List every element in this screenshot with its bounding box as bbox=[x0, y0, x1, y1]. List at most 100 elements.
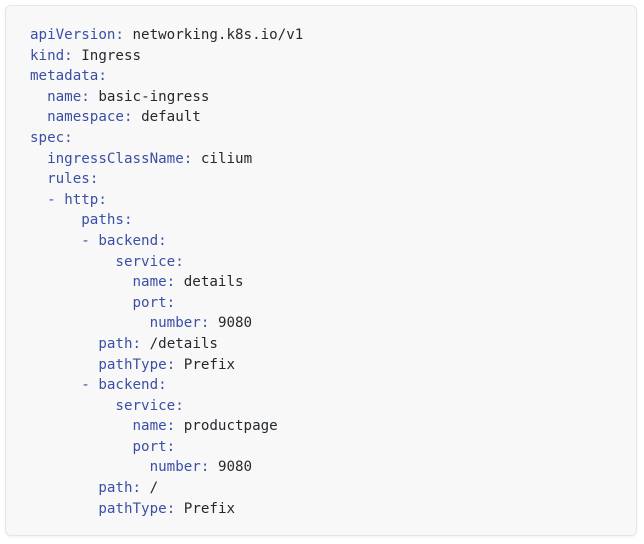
yaml-value: productpage bbox=[183, 418, 278, 435]
yaml-colon: : bbox=[81, 88, 90, 105]
yaml-value: networking.k8s.io/v1 bbox=[132, 27, 304, 43]
yaml-colon: : bbox=[98, 68, 107, 85]
code-line: - backend: bbox=[30, 375, 303, 396]
code-line: name: productpage bbox=[30, 416, 303, 437]
yaml-colon: : bbox=[166, 438, 176, 455]
yaml-value: default bbox=[141, 109, 201, 126]
yaml-value: 9080 bbox=[217, 315, 253, 332]
yaml-key: number bbox=[149, 315, 201, 332]
code-line: kind: Ingress bbox=[30, 46, 303, 67]
yaml-key: port bbox=[132, 294, 167, 311]
code-line: spec: bbox=[30, 128, 303, 149]
yaml-key: rules bbox=[47, 171, 90, 188]
yaml-colon: : bbox=[175, 253, 184, 270]
code-line: rules: bbox=[30, 169, 303, 190]
code-line: name: details bbox=[30, 272, 303, 293]
yaml-value: /details bbox=[149, 335, 218, 352]
yaml-colon: : bbox=[158, 232, 167, 249]
yaml-colon: : bbox=[166, 356, 176, 373]
yaml-colon: : bbox=[175, 397, 184, 414]
yaml-key: backend bbox=[98, 232, 159, 249]
yaml-colon: : bbox=[158, 377, 167, 394]
yaml-key: pathType bbox=[98, 500, 167, 517]
code-line: namespace: default bbox=[30, 107, 303, 128]
code-line: service: bbox=[30, 252, 303, 273]
code-line: apiVersion: networking.k8s.io/v1 bbox=[30, 25, 303, 46]
code-line: port: bbox=[30, 437, 303, 458]
yaml-key: port bbox=[132, 438, 167, 455]
code-line: ingressClassName: cilium bbox=[30, 149, 303, 170]
yaml-colon: : bbox=[166, 500, 176, 517]
list-dash: - bbox=[47, 191, 65, 208]
yaml-key: path bbox=[98, 480, 133, 497]
yaml-colon: : bbox=[200, 459, 210, 476]
yaml-colon: : bbox=[166, 274, 176, 291]
code-line: path: / bbox=[30, 478, 303, 499]
code-line: metadata: bbox=[30, 66, 303, 87]
yaml-key: kind bbox=[30, 47, 65, 64]
yaml-colon: : bbox=[200, 315, 210, 332]
yaml-key: name bbox=[132, 274, 167, 291]
yaml-key: number bbox=[149, 459, 201, 476]
yaml-colon: : bbox=[64, 129, 73, 146]
code-line: - http: bbox=[30, 190, 303, 211]
yaml-value: 9080 bbox=[217, 459, 253, 476]
yaml-colon: : bbox=[183, 150, 193, 167]
yaml-key: name bbox=[47, 88, 82, 105]
list-dash: - bbox=[81, 232, 99, 249]
yaml-colon: : bbox=[115, 27, 124, 43]
yaml-key: service bbox=[115, 253, 176, 270]
yaml-value: / bbox=[149, 480, 159, 497]
yaml-key: name bbox=[132, 418, 167, 435]
list-dash: - bbox=[81, 377, 99, 394]
yaml-key: apiVersion bbox=[30, 27, 116, 43]
yaml-colon: : bbox=[98, 191, 107, 208]
yaml-key: spec bbox=[30, 129, 65, 146]
yaml-key: pathType bbox=[98, 356, 167, 373]
code-line: - backend: bbox=[30, 231, 303, 252]
code-line: service: bbox=[30, 396, 303, 417]
yaml-colon: : bbox=[123, 212, 133, 229]
code-line: paths: bbox=[30, 210, 303, 231]
code-line: port: bbox=[30, 293, 303, 314]
yaml-key: metadata bbox=[30, 68, 99, 85]
yaml-value: basic-ingress bbox=[98, 88, 210, 105]
code-block: apiVersion: networking.k8s.io/v1 kind: In… bbox=[5, 5, 637, 536]
code-line: name: basic-ingress bbox=[30, 87, 303, 108]
yaml-value: Ingress bbox=[81, 47, 142, 64]
code-line: path: /details bbox=[30, 334, 303, 355]
yaml-value: Prefix bbox=[183, 356, 236, 373]
yaml-key: path bbox=[98, 335, 133, 352]
yaml-key: paths bbox=[81, 212, 124, 229]
yaml-code: apiVersion: networking.k8s.io/v1 kind: In… bbox=[30, 25, 303, 519]
yaml-colon: : bbox=[166, 418, 176, 435]
code-line: pathType: Prefix bbox=[30, 355, 303, 376]
yaml-colon: : bbox=[89, 171, 99, 188]
yaml-value: Prefix bbox=[183, 500, 236, 517]
yaml-key: service bbox=[115, 397, 176, 414]
yaml-key: ingressClassName bbox=[47, 150, 184, 167]
code-line: pathType: Prefix bbox=[30, 499, 303, 520]
code-line: number: 9080 bbox=[30, 313, 303, 334]
yaml-key: backend bbox=[98, 377, 159, 394]
yaml-value: cilium bbox=[200, 150, 253, 167]
code-line: number: 9080 bbox=[30, 457, 303, 478]
yaml-colon: : bbox=[132, 480, 142, 497]
yaml-colon: : bbox=[64, 47, 73, 64]
